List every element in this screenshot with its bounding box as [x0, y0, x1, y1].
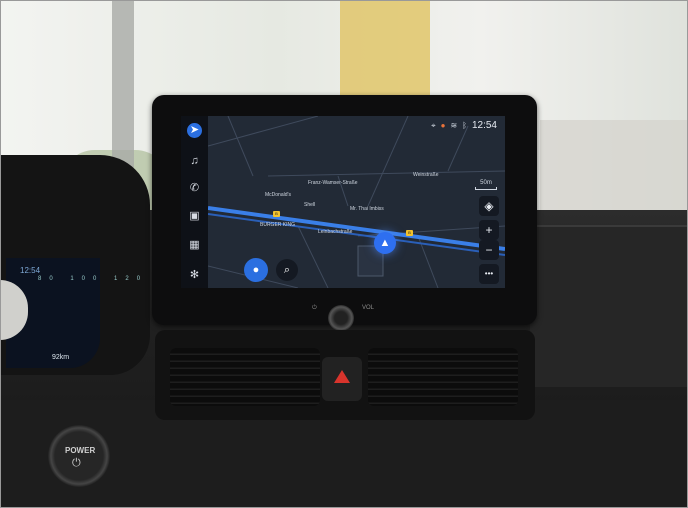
wifi-icon: ≋ [450, 121, 458, 130]
car-dashboard-scene: 12:54 80 100 120 140 92km ➤ ♫ ✆ ▣ ▦ ✻ Fr… [0, 0, 688, 508]
location-icon: ⌖ [431, 120, 436, 130]
right-air-vent[interactable] [368, 348, 518, 406]
map-street [227, 116, 254, 177]
compass-icon[interactable]: ◈ [479, 196, 499, 216]
zoom-out-button[interactable]: − [479, 240, 499, 260]
volume-knob[interactable] [328, 305, 354, 331]
bluetooth-icon: ᛒ [462, 121, 467, 130]
settings-icon[interactable]: ✻ [187, 268, 202, 283]
background-street [540, 120, 688, 220]
map-scale-label: 50m [480, 180, 492, 186]
power-button-label: POWER [65, 446, 96, 455]
map-street [208, 116, 319, 147]
status-bar: ⌖ ● ≋ ᛒ 12:54 [431, 120, 497, 131]
navigation-icon[interactable]: ➤ [187, 123, 202, 138]
status-time: 12:54 [471, 120, 497, 131]
map-view[interactable]: Franz-Wamser-Straße Weinstraße McDonald'… [208, 116, 505, 288]
map-label-street-low: Leinbachstraße [318, 229, 353, 235]
alert-icon: ● [440, 121, 446, 130]
road-marker: B [406, 230, 413, 236]
road-marker: B [273, 211, 280, 217]
screen-power-icon[interactable]: ⏻ [312, 305, 317, 312]
apps-grid-icon[interactable]: ▦ [187, 238, 202, 253]
map-label-shell: Shell [304, 202, 316, 208]
route-line [208, 206, 505, 251]
microphone-icon[interactable]: ● [244, 258, 268, 282]
car-icon[interactable]: ▣ [187, 209, 202, 224]
dashboard-right-panel [530, 225, 688, 387]
infotainment-screen: ➤ ♫ ✆ ▣ ▦ ✻ Franz-Wamser-Straße Weinstra… [181, 116, 505, 288]
left-air-vent[interactable] [170, 348, 320, 406]
zoom-in-button[interactable]: + [479, 220, 499, 240]
more-options-button[interactable]: ••• [479, 264, 499, 284]
map-scale-bar [475, 187, 497, 190]
route-line-secondary [208, 213, 505, 256]
map-street [367, 116, 409, 207]
power-icon: ⏻ [72, 457, 81, 469]
phone-icon[interactable]: ✆ [187, 181, 202, 196]
cluster-time: 12:54 [20, 266, 41, 275]
map-street [297, 225, 329, 288]
engine-power-button[interactable] [48, 425, 110, 487]
search-icon[interactable]: ⌕ [276, 259, 298, 281]
music-icon[interactable]: ♫ [187, 154, 202, 169]
map-street [447, 125, 469, 172]
map-label-street-mid: Franz-Wamser-Straße [308, 180, 358, 186]
cluster-range: 92km [52, 354, 70, 361]
volume-label: VOL [362, 305, 375, 311]
map-label-mcdonalds: McDonald's [265, 192, 291, 198]
map-scale: 50m [475, 180, 497, 190]
app-rail: ➤ ♫ ✆ ▣ ▦ ✻ [181, 116, 208, 288]
current-location-arrow-icon: ▲ [374, 232, 396, 254]
hazard-triangle-icon [334, 370, 350, 383]
map-label-burger-king: BURGER KING [260, 222, 296, 228]
map-label-street-top: Weinstraße [413, 172, 439, 178]
background-building [340, 0, 430, 95]
map-label-thai: Mr. Thai Imbiss [350, 206, 384, 212]
map-street [267, 170, 505, 177]
